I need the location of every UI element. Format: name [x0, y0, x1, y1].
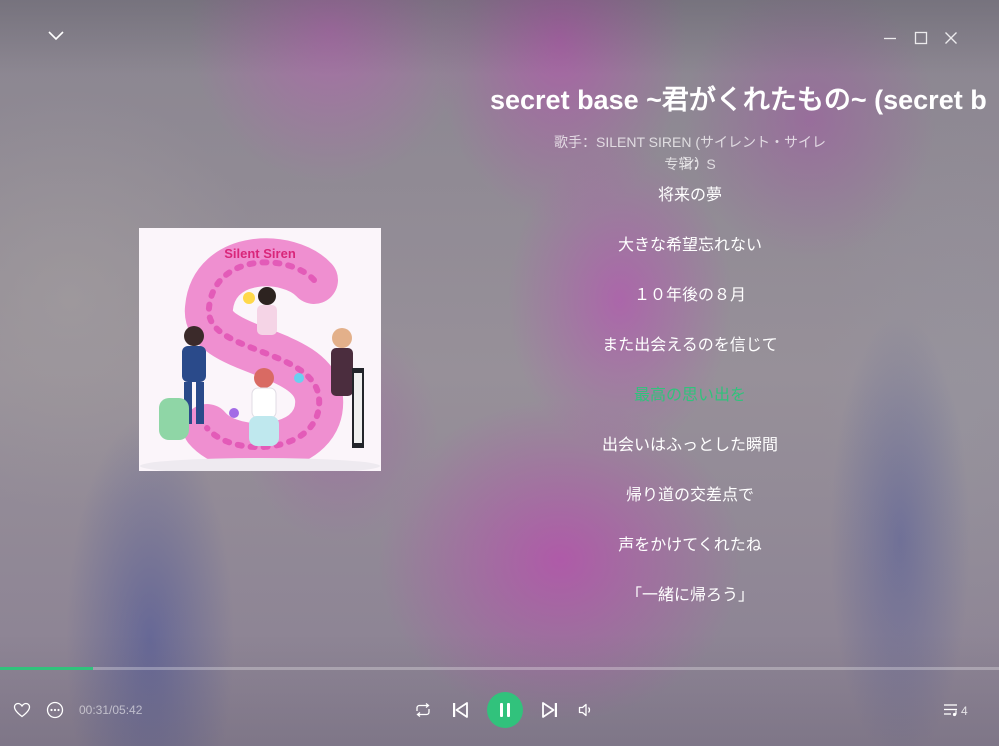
minimize-button[interactable]	[880, 28, 900, 48]
previous-icon	[453, 702, 468, 718]
collapse-button[interactable]	[44, 26, 68, 46]
more-button[interactable]	[45, 700, 65, 724]
chevron-down-icon	[48, 31, 64, 41]
next-icon	[542, 702, 557, 718]
queue-count: 4	[961, 704, 968, 718]
lyric-line: 将来の夢	[657, 185, 722, 204]
repeat-button[interactable]	[413, 700, 433, 724]
album-cover: Silent Siren	[139, 228, 381, 471]
pause-icon	[500, 703, 503, 717]
minimize-icon	[884, 37, 896, 40]
close-icon	[945, 32, 957, 44]
lyrics-panel[interactable]: 将来の夢 大きな希望忘れない １０年後の８月 また出会えるのを信じて 最高の思い…	[540, 182, 840, 632]
maximize-icon	[914, 31, 928, 45]
volume-button[interactable]	[576, 700, 596, 724]
lyric-line: また出会えるのを信じて	[602, 335, 778, 354]
time-display: 00:31/05:42	[79, 703, 143, 717]
heart-icon	[13, 702, 31, 718]
playlist-button[interactable]	[942, 701, 960, 723]
lyric-line: １０年後の８月	[633, 285, 746, 304]
previous-button[interactable]	[449, 699, 471, 725]
album-label[interactable]: 专辑：S	[545, 154, 835, 174]
playlist-icon	[944, 704, 957, 717]
lyric-line-current: 最高の思い出を	[633, 385, 746, 404]
repeat-icon	[416, 702, 430, 718]
like-button[interactable]	[12, 700, 32, 724]
lyric-line: 声をかけてくれたね	[618, 535, 762, 554]
lyric-line: 帰り道の交差点で	[625, 485, 754, 504]
next-button[interactable]	[539, 699, 561, 725]
lyric-line: 「一緒に帰ろう」	[625, 585, 754, 604]
lyric-line: 出会いはふっとした瞬間	[601, 435, 778, 454]
lyric-line: 大きな希望忘れない	[617, 235, 762, 254]
song-title: secret base ~君がくれたもの~ (secret b	[490, 85, 987, 115]
progress-fill	[0, 667, 93, 670]
pause-icon-bar	[507, 703, 510, 717]
cover-brand-text: Silent Siren	[224, 246, 296, 261]
close-button[interactable]	[941, 28, 961, 48]
more-icon	[46, 701, 64, 719]
volume-icon	[578, 703, 591, 717]
pause-button[interactable]	[487, 692, 523, 728]
maximize-button[interactable]	[911, 28, 931, 48]
progress-bar[interactable]	[0, 667, 999, 670]
